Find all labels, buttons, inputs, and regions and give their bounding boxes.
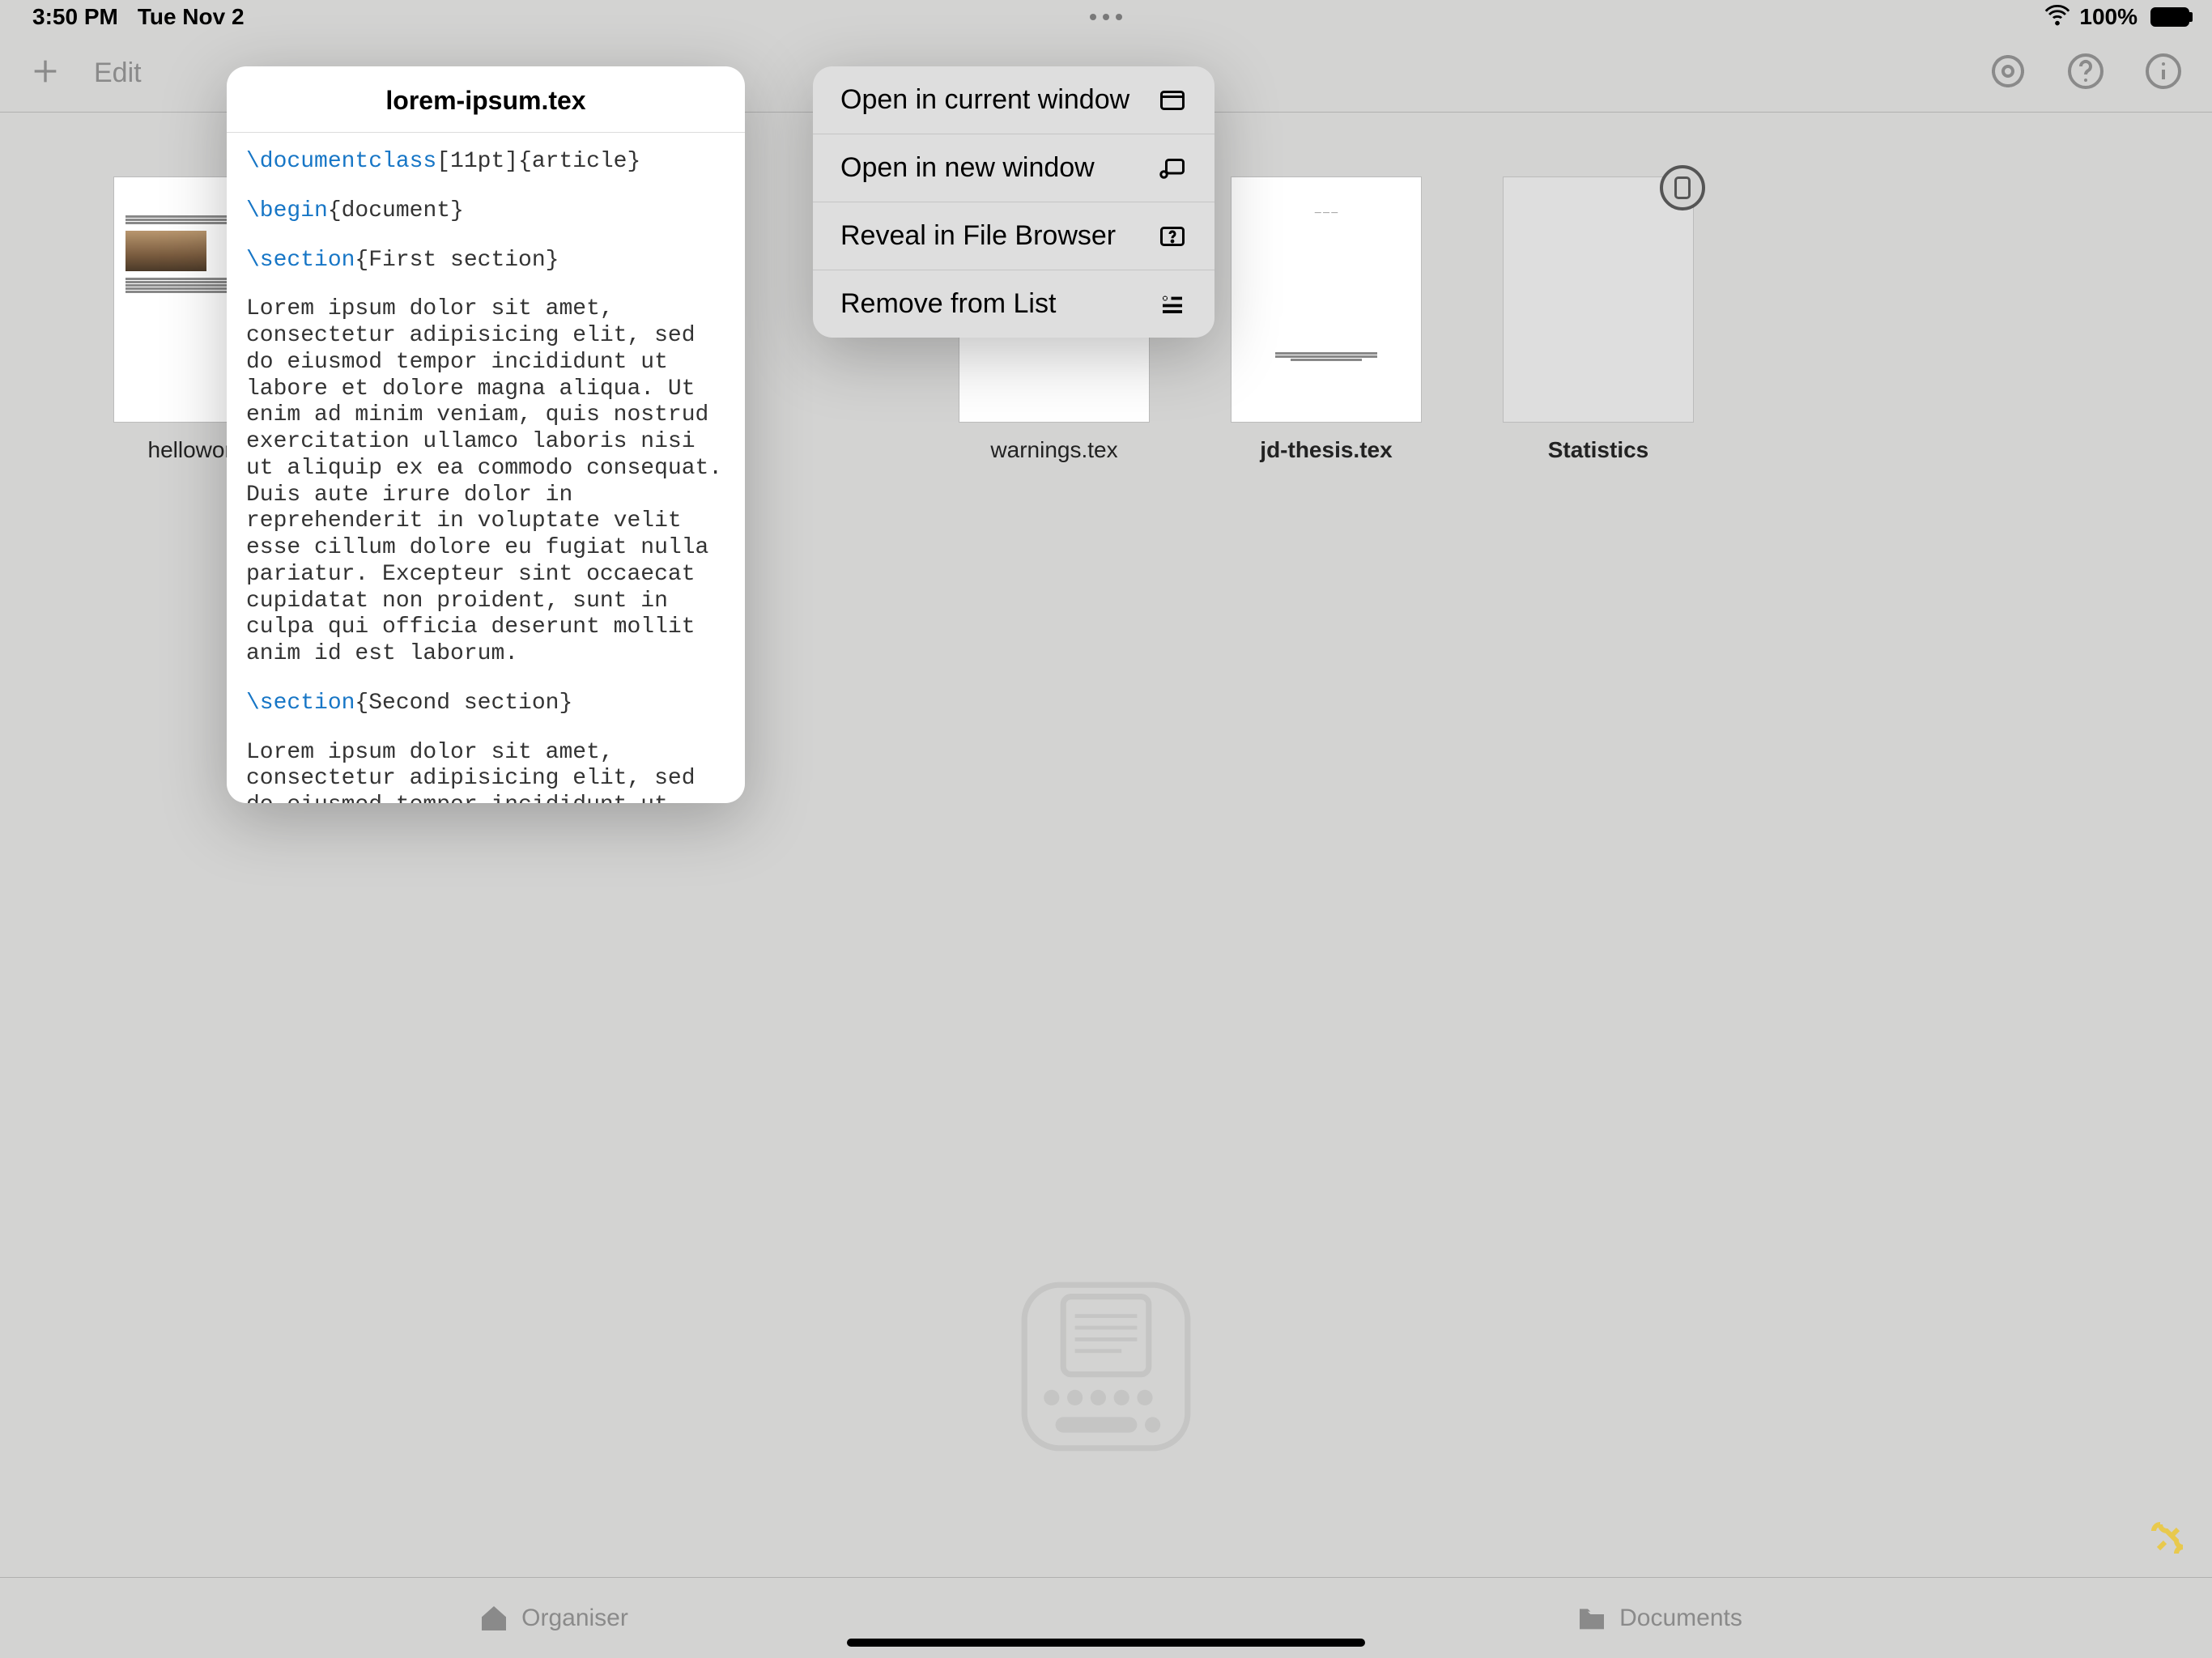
menu-item-label: Open in current window [840,84,1129,116]
preview-body: \documentclass[11pt]{article} \begin{doc… [227,133,745,803]
info-button[interactable] [2144,52,2183,95]
status-bar: 3:50 PM Tue Nov 2 100% [0,0,2212,34]
document-item[interactable]: — — — jd-thesis.tex [1231,176,1422,463]
battery-icon [2146,7,2193,27]
tools-icon[interactable] [2149,1520,2188,1562]
document-label: Statistics [1548,437,1649,463]
document-thumbnail: — — — [1231,176,1422,423]
folder-reveal-icon [1158,222,1187,251]
app-watermark-icon [1009,1269,1203,1468]
preview-title: lorem-ipsum.tex [227,66,745,133]
multitask-dots[interactable] [1090,14,1122,20]
home-indicator[interactable] [847,1639,1365,1647]
document-label: warnings.tex [990,437,1117,463]
new-window-icon [1158,154,1187,183]
menu-open-new[interactable]: Open in new window [813,134,1214,202]
settings-button[interactable] [1989,52,2027,95]
menu-reveal[interactable]: Reveal in File Browser [813,202,1214,270]
window-icon [1158,86,1187,115]
edit-button[interactable]: Edit [94,57,142,89]
context-menu: Open in current window Open in new windo… [813,66,1214,338]
status-time: 3:50 PM [32,4,118,30]
document-item[interactable]: Statistics [1503,176,1694,463]
menu-item-label: Open in new window [840,152,1095,184]
remove-list-icon [1158,290,1187,319]
slideover-badge-icon [1660,165,1705,210]
menu-remove[interactable]: Remove from List [813,270,1214,338]
menu-item-label: Reveal in File Browser [840,220,1116,252]
menu-open-current[interactable]: Open in current window [813,66,1214,134]
help-button[interactable] [2066,52,2105,95]
add-button[interactable] [29,55,62,91]
document-thumbnail [1503,176,1694,423]
file-preview-popover[interactable]: lorem-ipsum.tex \documentclass[11pt]{art… [227,66,745,803]
status-date: Tue Nov 2 [138,4,245,30]
wifi-icon [2044,1,2071,34]
menu-item-label: Remove from List [840,288,1056,320]
document-label: jd-thesis.tex [1260,437,1392,463]
tab-label: Documents [1619,1605,1742,1632]
tab-label: Organiser [521,1605,628,1632]
battery-percent: 100% [2079,4,2138,30]
